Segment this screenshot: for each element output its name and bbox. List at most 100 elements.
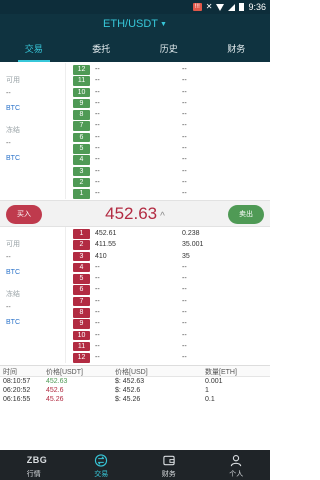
order-price: -- (95, 331, 100, 339)
order-row[interactable]: 6 -- -- (73, 284, 270, 295)
trade-icon (95, 454, 108, 467)
order-amount: -- (182, 145, 187, 153)
tab-history[interactable]: 历史 (135, 41, 203, 62)
order-row[interactable]: 8 -- -- (73, 109, 270, 120)
order-level-badge: 6 (73, 285, 90, 295)
order-row[interactable]: 8 -- -- (73, 307, 270, 318)
order-level-badge: 1 (73, 229, 90, 239)
order-amount: -- (182, 167, 187, 175)
order-row[interactable]: 5 -- -- (73, 273, 270, 284)
order-row[interactable]: 11 -- -- (73, 75, 270, 86)
available-label: 可用 (6, 77, 20, 84)
top-header: ETH/USDT ▼ 交易 委托 历史 财务 (0, 14, 270, 62)
status-bar: !!! ✕ 9:36 (0, 0, 270, 14)
order-amount: -- (182, 122, 187, 130)
order-row[interactable]: 12 -- -- (73, 64, 270, 75)
col-time: 时间 (3, 369, 17, 376)
col-qty: 数量[ETH] (205, 369, 237, 376)
order-amount: -- (182, 66, 187, 73)
order-amount: -- (182, 286, 187, 294)
recent-trades: 时间 价格[USDT] 价格[USD] 数量[ETH] 08:10:57 452.… (0, 365, 270, 448)
order-price: -- (95, 111, 100, 119)
order-row[interactable]: 9 -- -- (73, 318, 270, 329)
wifi-icon (216, 3, 225, 11)
trade-time: 06:16:55 (3, 396, 31, 403)
order-row[interactable]: 10 -- -- (73, 87, 270, 98)
order-level-badge: 4 (73, 262, 90, 273)
trade-rows: 08:10:57 452.63 $: 452.63 0.001 06:20:52 452.… (0, 377, 270, 404)
pair-selector[interactable]: ETH/USDT ▼ (0, 18, 270, 30)
zbg-logo-icon: ZBG (26, 455, 48, 465)
buy-order-rows: 1 452.61 0.238 2 411.55 35.001 3 410 35 4 -- -- 5 -- -… (73, 228, 270, 364)
order-row[interactable]: 2 411.55 35.001 (73, 239, 270, 250)
frozen-value: -- (6, 304, 11, 311)
order-row[interactable]: 4 -- -- (73, 154, 270, 165)
order-row[interactable]: 2 -- -- (73, 177, 270, 188)
order-row[interactable]: 9 -- -- (73, 98, 270, 109)
nav-market[interactable]: ZBG 行情 (0, 450, 68, 480)
order-amount: -- (182, 190, 187, 198)
order-row[interactable]: 11 -- -- (73, 341, 270, 352)
order-price: -- (95, 133, 100, 141)
order-level-badge: 11 (73, 341, 90, 352)
order-price: -- (95, 286, 100, 294)
order-row[interactable]: 1 452.61 0.238 (73, 228, 270, 239)
order-price: -- (95, 167, 100, 175)
order-amount: 35.001 (182, 241, 204, 249)
trade-price-usd: $: 452.63 (115, 378, 145, 385)
status-time: 9:36 (248, 2, 266, 12)
bottom-nav: ZBG 行情 交易 财务 个人 (0, 450, 270, 480)
order-row[interactable]: 10 -- -- (73, 330, 270, 341)
order-row[interactable]: 12 -- -- (73, 352, 270, 363)
order-level-badge: 12 (73, 65, 90, 75)
frozen-value: -- (6, 140, 11, 147)
trade-price-usdt: 452.63 (46, 378, 68, 385)
order-row[interactable]: 7 -- -- (73, 296, 270, 307)
order-level-badge: 2 (73, 177, 90, 188)
notification-badge-icon: !!! (192, 3, 202, 11)
order-price: -- (95, 297, 100, 305)
order-price: -- (95, 99, 100, 107)
order-price: -- (95, 190, 100, 198)
order-row[interactable]: 3 -- -- (73, 166, 270, 177)
order-row[interactable]: 7 -- -- (73, 120, 270, 131)
tab-finance[interactable]: 财务 (203, 41, 271, 62)
order-level-badge: 3 (73, 166, 90, 177)
nav-profile[interactable]: 个人 (203, 450, 271, 480)
trade-row: 06:16:55 45.26 $: 45.26 0.1 (0, 395, 270, 404)
order-amount: -- (182, 354, 187, 362)
trade-row: 06:20:52 452.6 $: 452.6 1 (0, 386, 270, 395)
order-level-badge: 7 (73, 296, 90, 307)
order-level-badge: 12 (73, 353, 90, 363)
buy-balance-panel: 可用 -- BTC 冻结 -- BTC (0, 227, 66, 363)
trade-row: 08:10:57 452.63 $: 452.63 0.001 (0, 377, 270, 386)
tab-trade[interactable]: 交易 (0, 41, 68, 62)
order-row[interactable]: 6 -- -- (73, 132, 270, 143)
trades-header: 时间 价格[USDT] 价格[USD] 数量[ETH] (0, 366, 270, 377)
frozen-label: 冻结 (6, 127, 20, 134)
trade-qty: 1 (205, 387, 209, 394)
nav-trade[interactable]: 交易 (68, 450, 136, 480)
sell-order-book: 可用 -- BTC 冻结 -- BTC 12 -- -- 11 -- -- 10 -- -- 9-… (0, 63, 270, 199)
frozen-unit: BTC (6, 319, 20, 326)
order-level-badge: 8 (73, 110, 90, 120)
order-level-badge: 3 (73, 251, 90, 262)
order-level-badge: 6 (73, 132, 90, 143)
order-level-badge: 10 (73, 87, 90, 98)
last-price-value: 452.63 (105, 204, 158, 223)
order-amount: -- (182, 77, 187, 85)
order-row[interactable]: 3 410 35 (73, 251, 270, 262)
sell-button[interactable]: 卖出 (228, 205, 264, 224)
order-level-badge: 11 (73, 76, 90, 86)
order-amount: 35 (182, 252, 190, 260)
order-price: -- (95, 275, 100, 283)
tab-orders[interactable]: 委托 (68, 41, 136, 62)
order-amount: -- (182, 297, 187, 305)
col-price-usd: 价格[USD] (115, 369, 148, 376)
order-row[interactable]: 4 -- -- (73, 262, 270, 273)
order-row[interactable]: 5 -- -- (73, 143, 270, 154)
nav-finance[interactable]: 财务 (135, 450, 203, 480)
nav-trade-label: 交易 (94, 471, 109, 478)
order-row[interactable]: 1 -- -- (73, 188, 270, 199)
order-amount: -- (182, 156, 187, 164)
